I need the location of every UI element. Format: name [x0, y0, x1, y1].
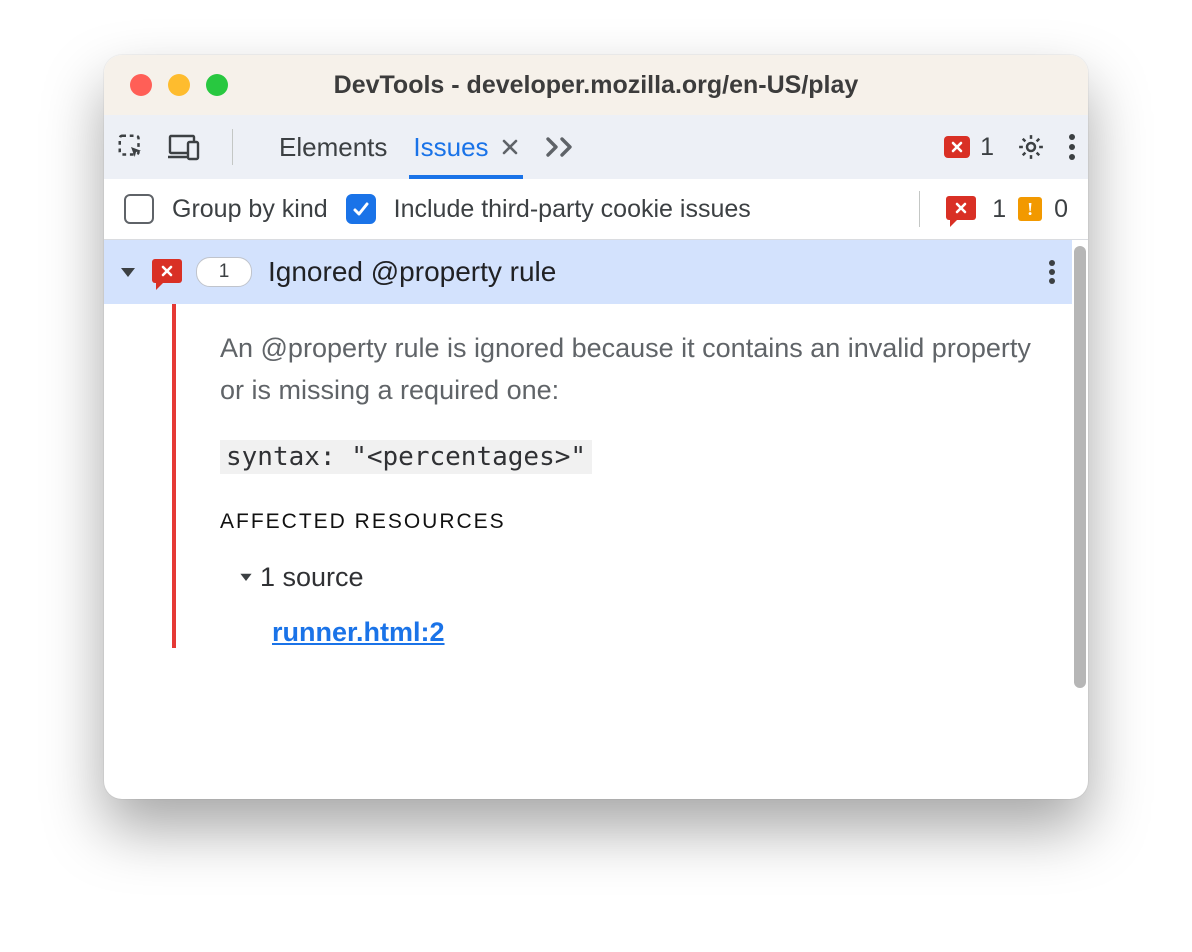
tab-close-icon[interactable] [501, 138, 519, 156]
options-warning-number: 0 [1054, 195, 1068, 224]
issue-description: An @property rule is ignored because it … [220, 328, 1038, 412]
source-link[interactable]: runner.html:2 [272, 617, 445, 648]
device-toolbar-icon[interactable] [168, 133, 200, 161]
warning-badge-icon: ! [1018, 197, 1042, 221]
tab-elements[interactable]: Elements [279, 116, 387, 178]
issue-count-pill: 1 [196, 257, 252, 287]
tab-issues[interactable]: Issues [413, 116, 518, 178]
issue-header[interactable]: 1 Ignored @property rule [104, 240, 1072, 304]
issues-options-bar: Group by kind Include third-party cookie… [104, 179, 1088, 240]
third-party-label: Include third-party cookie issues [394, 195, 751, 224]
issues-panel: 1 Ignored @property rule An @property ru… [104, 240, 1088, 799]
window-close-button[interactable] [130, 74, 152, 96]
third-party-checkbox[interactable] [346, 194, 376, 224]
toolbar-divider [232, 129, 233, 165]
inspect-element-icon[interactable] [116, 132, 146, 162]
window-zoom-button[interactable] [206, 74, 228, 96]
error-badge-icon [944, 136, 970, 158]
toolbar-kebab-icon[interactable] [1068, 133, 1076, 161]
group-by-kind-label: Group by kind [172, 195, 328, 224]
window-title: DevTools - developer.mozilla.org/en-US/p… [104, 71, 1088, 100]
source-summary-text: 1 source [260, 562, 364, 593]
window-minimize-button[interactable] [168, 74, 190, 96]
chevron-down-icon [238, 569, 254, 585]
toolbar-error-number: 1 [980, 133, 994, 162]
more-tabs-icon[interactable] [545, 136, 579, 158]
tab-issues-label: Issues [413, 132, 488, 163]
options-divider [919, 191, 920, 227]
affected-resources-heading: AFFECTED RESOURCES [220, 510, 1038, 534]
issue-title: Ignored @property rule [268, 256, 1048, 288]
options-error-number: 1 [992, 195, 1006, 224]
settings-gear-icon[interactable] [1016, 132, 1046, 162]
scrollbar-thumb[interactable] [1074, 246, 1086, 688]
issue-error-icon [152, 259, 182, 285]
issue-kebab-icon[interactable] [1048, 259, 1056, 285]
issue-counts: 1 ! 0 [909, 191, 1068, 227]
issue-code: syntax: "<percentages>" [220, 440, 592, 474]
devtools-window: DevTools - developer.mozilla.org/en-US/p… [104, 55, 1088, 799]
tab-elements-label: Elements [279, 132, 387, 163]
window-controls [130, 74, 228, 96]
chevron-down-icon [118, 262, 138, 282]
window-titlebar: DevTools - developer.mozilla.org/en-US/p… [104, 55, 1088, 115]
toolbar-error-count[interactable]: 1 [944, 133, 994, 162]
vertical-scrollbar[interactable] [1072, 240, 1088, 799]
devtools-toolbar: Elements Issues [104, 115, 1088, 179]
group-by-kind-checkbox[interactable] [124, 194, 154, 224]
issue-body: An @property rule is ignored because it … [104, 304, 1072, 648]
error-speech-icon [946, 196, 976, 222]
source-summary-row[interactable]: 1 source [238, 562, 1038, 593]
panel-tabs: Elements Issues [279, 116, 579, 178]
